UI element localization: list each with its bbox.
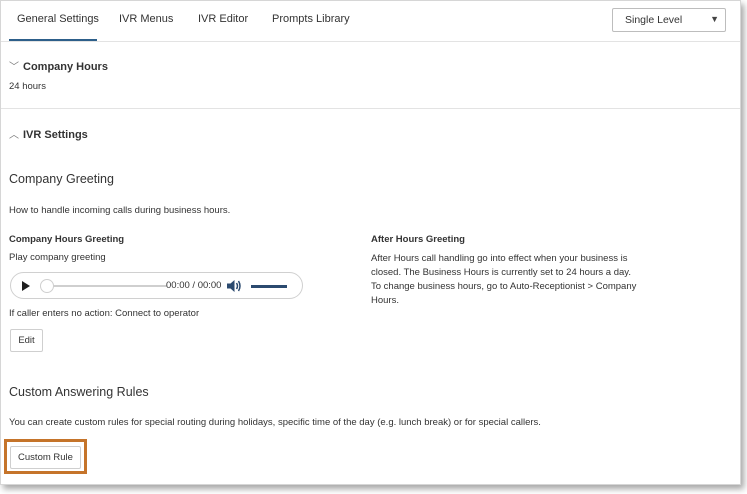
custom-rules-description: You can create custom rules for special … (9, 417, 541, 428)
after-hours-line: Hours. (371, 295, 399, 306)
tab-bar: General Settings IVR Menus IVR Editor Pr… (1, 1, 740, 42)
no-action-text: If caller enters no action: Connect to o… (9, 308, 200, 319)
audio-progress-track[interactable] (47, 285, 167, 287)
tab-general-settings[interactable]: General Settings (17, 13, 99, 25)
tab-ivr-editor[interactable]: IVR Editor (198, 13, 248, 25)
after-hours-description: After Hours call handling go into effect… (371, 252, 636, 308)
volume-icon[interactable] (225, 277, 243, 295)
level-select[interactable]: Single Level ▼ (612, 8, 726, 32)
custom-answering-rules-title: Custom Answering Rules (9, 385, 149, 399)
edit-button[interactable]: Edit (10, 329, 43, 352)
company-hours-title: Company Hours (23, 61, 108, 73)
company-hours-value: 24 hours (9, 81, 46, 92)
divider (1, 108, 740, 109)
ivr-settings-window: General Settings IVR Menus IVR Editor Pr… (0, 0, 741, 485)
audio-player: 00:00 / 00:00 (10, 272, 303, 299)
after-hours-line: After Hours call handling go into effect… (371, 253, 628, 264)
chevron-up-icon: ︿ (9, 130, 19, 141)
chevron-down-icon: ﹀ (9, 62, 19, 73)
company-hours-greeting-label: Company Hours Greeting (9, 234, 125, 245)
after-hours-greeting-label: After Hours Greeting (371, 234, 465, 245)
company-greeting-description: How to handle incoming calls during busi… (9, 205, 231, 216)
company-greeting-title: Company Greeting (9, 172, 114, 186)
ivr-settings-title: IVR Settings (23, 129, 88, 141)
ivr-settings-header[interactable]: ︿ IVR Settings (9, 126, 88, 141)
tab-ivr-menus[interactable]: IVR Menus (119, 13, 173, 25)
level-select-value: Single Level (625, 14, 683, 26)
audio-time: 00:00 / 00:00 (166, 280, 222, 291)
tab-prompts-library[interactable]: Prompts Library (272, 13, 350, 25)
volume-slider[interactable] (251, 285, 287, 288)
active-tab-indicator (9, 39, 97, 41)
caret-down-icon: ▼ (710, 14, 719, 24)
custom-rule-button[interactable]: Custom Rule (10, 446, 81, 469)
after-hours-line: closed. The Business Hours is currently … (371, 267, 631, 278)
after-hours-line: To change business hours, go to Auto-Rec… (371, 281, 637, 292)
play-icon[interactable] (22, 281, 30, 291)
company-hours-header[interactable]: ﹀ Company Hours (9, 58, 108, 73)
company-hours-greeting-value: Play company greeting (9, 252, 106, 263)
audio-progress-knob[interactable] (40, 279, 54, 293)
